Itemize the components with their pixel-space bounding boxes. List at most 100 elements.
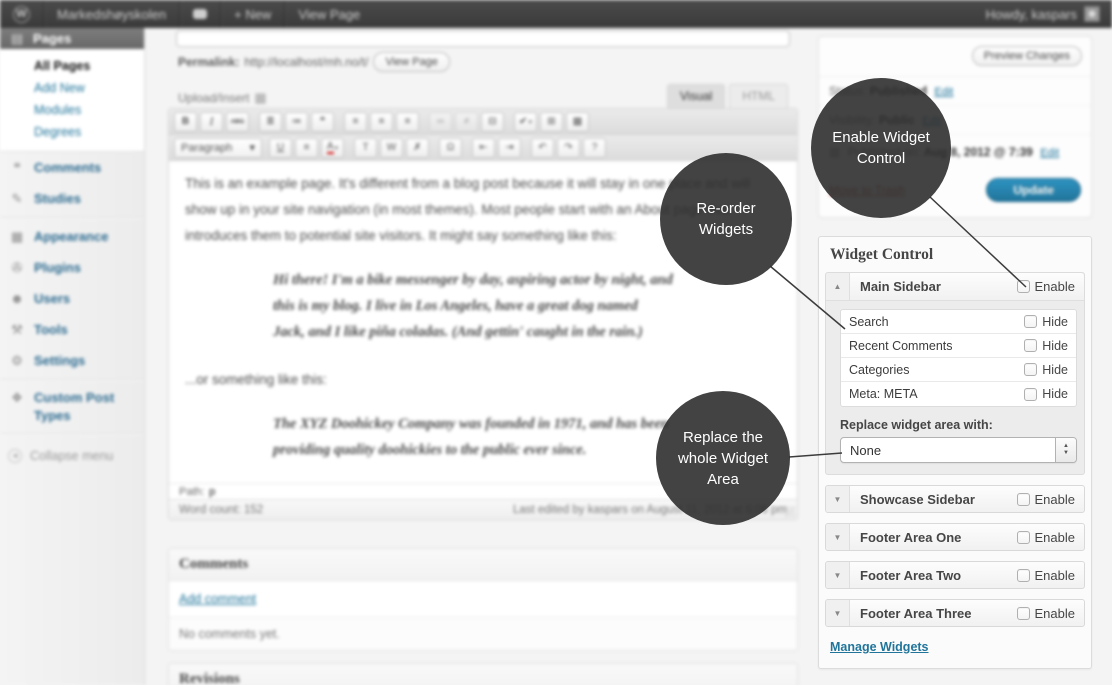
preview-changes-button[interactable]: Preview Changes [972,46,1082,66]
hide-checkbox[interactable] [1024,388,1037,401]
align-right-button[interactable]: ≡ [396,112,419,132]
submenu-all-pages[interactable]: All Pages [0,55,144,77]
submenu-modules[interactable]: Modules [0,99,144,121]
remove-link-button[interactable]: ≠ [455,112,478,132]
comments-metabox-title[interactable]: Comments [169,549,797,581]
comments-shortcut[interactable] [180,0,220,28]
italic-button[interactable]: I [200,112,223,132]
editor-mode-tabs: Visual HTML [667,84,788,109]
widget-control-title[interactable]: Widget Control [819,237,1091,272]
edit-status-link[interactable]: Edit [934,86,953,98]
paste-as-text-button[interactable]: T [354,138,377,158]
widget-row-categories[interactable]: Categories Hide [841,358,1076,382]
site-name-menu[interactable]: Markedshøyskolen [44,0,179,28]
enable-checkbox[interactable] [1017,493,1030,506]
expand-toggle[interactable]: ▼ [826,562,850,588]
align-left-button[interactable]: ≡ [344,112,367,132]
justify-button[interactable]: ≡ [295,138,318,158]
strikethrough-button[interactable]: ABC [226,112,249,132]
page-title-input[interactable] [176,30,790,47]
enable-label: Enable [1035,606,1075,621]
underline-button[interactable]: U [269,138,292,158]
tab-html[interactable]: HTML [729,84,788,109]
add-media-icon[interactable]: ▦ [254,90,266,106]
align-center-button[interactable]: ≡ [370,112,393,132]
widget-row-recent-comments[interactable]: Recent Comments Hide [841,334,1076,358]
sidebar-item-pages[interactable]: ▤ Pages [0,28,144,49]
hide-label: Hide [1042,339,1068,353]
kitchen-sink-button[interactable]: ▩ [566,112,589,132]
new-content-menu[interactable]: + New [221,0,284,28]
hide-checkbox[interactable] [1024,363,1037,376]
collapse-menu-button[interactable]: ◄ Collapse menu [0,440,144,471]
add-comment-link[interactable]: Add comment [179,592,256,606]
tab-visual[interactable]: Visual [667,84,725,109]
widget-row-meta[interactable]: Meta: META Hide [841,382,1076,406]
expand-toggle[interactable]: ▼ [826,486,850,512]
enable-checkbox[interactable] [1017,531,1030,544]
undo-button[interactable]: ↶ [531,138,554,158]
widget-area-name[interactable]: Footer Area Three [860,606,972,621]
revisions-metabox-title[interactable]: Revisions [169,664,797,685]
numbered-list-button[interactable]: ≔ [285,112,308,132]
hide-checkbox[interactable] [1024,315,1037,328]
wordpress-logo-icon: W [13,6,30,23]
sidebar-item-appearance[interactable]: ▦ Appearance [0,221,144,252]
bold-button[interactable]: B [174,112,197,132]
sidebar-item-users[interactable]: ☻ Users [0,283,144,314]
indent-button[interactable]: ⇥ [498,138,521,158]
format-select[interactable]: Paragraph ▾ [174,138,262,158]
submenu-degrees[interactable]: Degrees [0,121,144,143]
update-button[interactable]: Update [986,178,1081,202]
sidebar-item-tools[interactable]: ⚒ Tools [0,314,144,345]
fullscreen-button[interactable]: ⊞ [540,112,563,132]
sidebar-item-studies[interactable]: ✎ Studies [0,183,144,214]
hide-checkbox[interactable] [1024,339,1037,352]
avatar[interactable]: ☻ [1084,6,1100,22]
sidebar-item-settings[interactable]: ⚙ Settings [0,345,144,376]
more-tag-button[interactable]: ⊟ [481,112,504,132]
enable-label: Enable [1035,492,1075,507]
redo-button[interactable]: ↷ [557,138,580,158]
permalink-url[interactable]: http://localhost/mh.no/t/ [244,55,368,69]
expand-toggle[interactable]: ▼ [826,524,850,550]
resize-grip[interactable] [784,506,795,517]
special-character-button[interactable]: Ω [439,138,462,158]
view-page-menu[interactable]: View Page [285,0,373,28]
text-color-button[interactable]: A ▾ [321,138,344,158]
callout-enable-widget-control: Enable Widget Control [811,78,951,218]
permalink-row: Permalink: http://localhost/mh.no/t/ Vie… [178,52,450,72]
submenu-add-new[interactable]: Add New [0,77,144,99]
enable-checkbox[interactable] [1017,569,1030,582]
manage-widgets-link[interactable]: Manage Widgets [830,640,929,654]
enable-checkbox[interactable] [1017,607,1030,620]
help-button[interactable]: ? [583,138,606,158]
outdent-button[interactable]: ⇤ [472,138,495,158]
sidebar-item-label: Custom Post Types [34,389,126,424]
insert-link-button[interactable]: ∞ [429,112,452,132]
widget-area-name[interactable]: Footer Area One [860,530,961,545]
collapse-toggle[interactable]: ▲ [826,273,850,300]
replace-widget-area-select[interactable]: None ▲ ▼ [840,437,1077,463]
widget-row-search[interactable]: Search Hide [841,310,1076,334]
howdy-account-menu[interactable]: Howdy, kaspars [985,7,1077,22]
sidebar-item-plugins[interactable]: ✇ Plugins [0,252,144,283]
blockquote-button[interactable]: ❝ [311,112,334,132]
spellcheck-button[interactable]: ✔ ▾ [514,112,537,132]
expand-toggle[interactable]: ▼ [826,600,850,626]
enable-checkbox[interactable] [1017,280,1030,293]
bulleted-list-button[interactable]: ≣ [259,112,282,132]
widget-area-name[interactable]: Showcase Sidebar [860,492,975,507]
widget-area-name[interactable]: Main Sidebar [860,279,941,294]
content-blockquote: The XYZ Doohickey Company was founded in… [273,411,673,463]
divider [0,433,144,434]
paste-from-word-button[interactable]: W [380,138,403,158]
sidebar-item-custom-post-types[interactable]: ❖ Custom Post Types [0,383,144,430]
edit-published-link[interactable]: Edit [1040,147,1059,159]
view-page-button[interactable]: View Page [373,52,449,72]
path-value[interactable]: p [209,486,216,498]
widget-area-name[interactable]: Footer Area Two [860,568,961,583]
sidebar-item-comments[interactable]: ❝ Comments [0,152,144,183]
remove-formatting-button[interactable]: ✗ [406,138,429,158]
wp-logo-menu[interactable]: W [0,0,43,28]
